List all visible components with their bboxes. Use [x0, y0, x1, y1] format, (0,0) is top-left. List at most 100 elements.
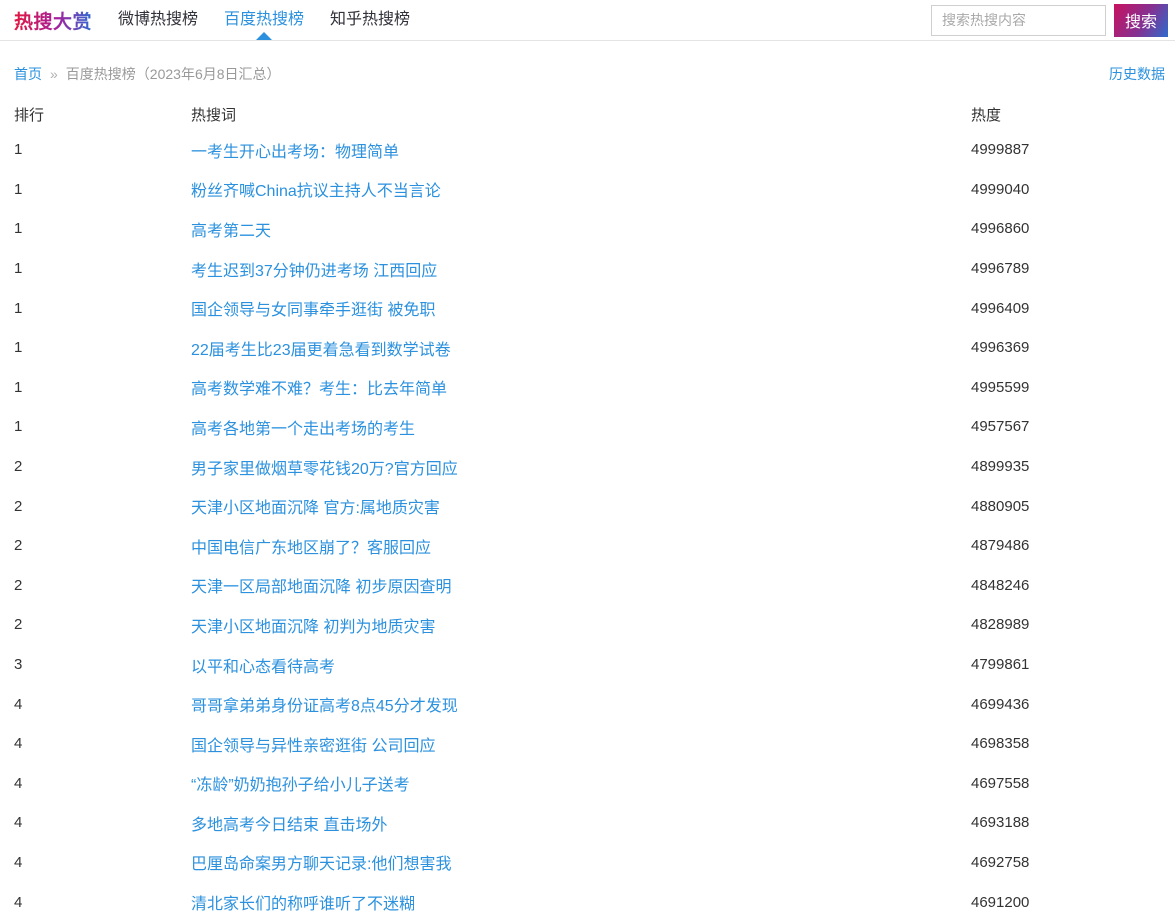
- hot-search-link[interactable]: 天津小区地面沉降 官方:属地质灾害: [191, 500, 440, 517]
- table-row: 1 国企领导与女同事牵手逛街 被免职 4996409: [0, 288, 1175, 328]
- table-row: 2 天津小区地面沉降 官方:属地质灾害 4880905: [0, 486, 1175, 526]
- table-header-row: 排行 热搜词 热度: [0, 98, 1175, 130]
- rank-cell: 1: [14, 418, 23, 436]
- keyword-cell: 天津小区地面沉降 官方:属地质灾害: [191, 486, 971, 526]
- site-logo[interactable]: 热搜大赏: [14, 7, 92, 34]
- heat-cell: 4996860: [971, 220, 1030, 238]
- keyword-cell: 一考生开心出考场：物理简单: [191, 130, 971, 170]
- table-row: 2 天津一区局部地面沉降 初步原因查明 4848246: [0, 566, 1175, 606]
- hot-search-link[interactable]: 高考数学难不难？考生：比去年简单: [191, 381, 447, 398]
- keyword-cell: 高考各地第一个走出考场的考生: [191, 407, 971, 447]
- hot-search-link[interactable]: 男子家里做烟草零花钱20万?官方回应: [191, 461, 458, 478]
- rank-cell: 4: [14, 893, 23, 911]
- hot-search-table-body: 1 一考生开心出考场：物理简单 4999887 1 粉丝齐喊China抗议主持人不当言论…: [0, 130, 1175, 916]
- keyword-cell: 22届考生比23届更着急看到数学试卷: [191, 328, 971, 368]
- breadcrumb-row: 首页 » 百度热搜榜（2023年6月8日汇总） 历史数据: [0, 41, 1175, 84]
- header-heat: 热度: [971, 106, 1002, 124]
- hot-search-link[interactable]: 22届考生比23届更着急看到数学试卷: [191, 342, 451, 359]
- keyword-cell: “冻龄”奶奶抱孙子给小儿子送考: [191, 764, 971, 804]
- hot-search-link[interactable]: 粉丝齐喊China抗议主持人不当言论: [191, 183, 441, 200]
- table-row: 4 “冻龄”奶奶抱孙子给小儿子送考 4697558: [0, 764, 1175, 804]
- hot-search-link[interactable]: 天津小区地面沉降 初判为地质灾害: [191, 619, 435, 636]
- search-box: 搜索: [931, 3, 1168, 37]
- heat-cell: 4996369: [971, 339, 1030, 357]
- breadcrumb-home-link[interactable]: 首页: [14, 64, 42, 84]
- rank-cell: 1: [14, 141, 23, 159]
- keyword-cell: 高考数学难不难？考生：比去年简单: [191, 368, 971, 408]
- table-row: 1 22届考生比23届更着急看到数学试卷 4996369: [0, 328, 1175, 368]
- rank-cell: 3: [14, 656, 23, 674]
- heat-cell: 4699436: [971, 695, 1030, 713]
- rank-cell: 4: [14, 695, 23, 713]
- keyword-cell: 粉丝齐喊China抗议主持人不当言论: [191, 170, 971, 210]
- hot-search-link[interactable]: 考生迟到37分钟仍进考场 江西回应: [191, 263, 437, 280]
- rank-cell: 4: [14, 814, 23, 832]
- hot-search-link[interactable]: 中国电信广东地区崩了？客服回应: [191, 540, 431, 557]
- table-row: 2 中国电信广东地区崩了？客服回应 4879486: [0, 526, 1175, 566]
- hot-search-link[interactable]: 哥哥拿弟弟身份证高考8点45分才发现: [191, 698, 458, 715]
- hot-search-link[interactable]: 以平和心态看待高考: [191, 659, 335, 676]
- table-row: 4 多地高考今日结束 直击场外 4693188: [0, 803, 1175, 843]
- breadcrumb: 首页 » 百度热搜榜（2023年6月8日汇总）: [14, 64, 281, 84]
- keyword-cell: 哥哥拿弟弟身份证高考8点45分才发现: [191, 684, 971, 724]
- history-data-link[interactable]: 历史数据: [1109, 64, 1165, 84]
- keyword-cell: 以平和心态看待高考: [191, 645, 971, 685]
- rank-cell: 1: [14, 220, 23, 238]
- keyword-cell: 清北家长们的称呼谁听了不迷糊: [191, 882, 971, 916]
- table-row: 1 一考生开心出考场：物理简单 4999887: [0, 130, 1175, 170]
- rank-cell: 4: [14, 774, 23, 792]
- hot-search-link[interactable]: 国企领导与异性亲密逛街 公司回应: [191, 738, 435, 755]
- tab-weibo-hot-search[interactable]: 微博热搜榜: [118, 0, 198, 40]
- rank-cell: 2: [14, 576, 23, 594]
- rank-cell: 2: [14, 458, 23, 476]
- hot-search-link[interactable]: 多地高考今日结束 直击场外: [191, 817, 387, 834]
- hot-search-link[interactable]: “冻龄”奶奶抱孙子给小儿子送考: [191, 777, 410, 794]
- table-row: 4 国企领导与异性亲密逛街 公司回应 4698358: [0, 724, 1175, 764]
- table-row: 1 高考第二天 4996860: [0, 209, 1175, 249]
- tab-zhihu-hot-search[interactable]: 知乎热搜榜: [330, 0, 410, 40]
- heat-cell: 4698358: [971, 735, 1030, 753]
- rank-cell: 2: [14, 616, 23, 634]
- search-input[interactable]: [931, 4, 1106, 36]
- keyword-cell: 多地高考今日结束 直击场外: [191, 803, 971, 843]
- heat-cell: 4693188: [971, 814, 1030, 832]
- rank-cell: 1: [14, 378, 23, 396]
- heat-cell: 4697558: [971, 774, 1030, 792]
- keyword-cell: 考生迟到37分钟仍进考场 江西回应: [191, 249, 971, 289]
- table-row: 1 高考数学难不难？考生：比去年简单 4995599: [0, 368, 1175, 408]
- heat-cell: 4996409: [971, 299, 1030, 317]
- table-row: 2 男子家里做烟草零花钱20万?官方回应 4899935: [0, 447, 1175, 487]
- keyword-cell: 天津一区局部地面沉降 初步原因查明: [191, 566, 971, 606]
- active-tab-caret-icon: [256, 32, 273, 40]
- hot-search-link[interactable]: 天津一区局部地面沉降 初步原因查明: [191, 579, 451, 596]
- table-row: 1 考生迟到37分钟仍进考场 江西回应 4996789: [0, 249, 1175, 289]
- keyword-cell: 国企领导与异性亲密逛街 公司回应: [191, 724, 971, 764]
- rank-cell: 4: [14, 735, 23, 753]
- tab-baidu-hot-search[interactable]: 百度热搜榜: [224, 0, 304, 40]
- hot-search-link[interactable]: 清北家长们的称呼谁听了不迷糊: [191, 896, 415, 913]
- heat-cell: 4848246: [971, 576, 1030, 594]
- hot-search-link[interactable]: 巴厘岛命案男方聊天记录:他们想害我: [191, 856, 451, 873]
- heat-cell: 4880905: [971, 497, 1030, 515]
- table-row: 1 高考各地第一个走出考场的考生 4957567: [0, 407, 1175, 447]
- table-row: 4 巴厘岛命案男方聊天记录:他们想害我 4692758: [0, 843, 1175, 883]
- hot-search-link[interactable]: 国企领导与女同事牵手逛街 被免职: [191, 302, 435, 319]
- hot-search-link[interactable]: 一考生开心出考场：物理简单: [191, 144, 399, 161]
- heat-cell: 4899935: [971, 458, 1030, 476]
- rank-cell: 1: [14, 339, 23, 357]
- search-button[interactable]: 搜索: [1114, 3, 1168, 37]
- heat-cell: 4799861: [971, 656, 1030, 674]
- hot-search-table: 排行 热搜词 热度 1 一考生开心出考场：物理简单 4999887 1 粉丝齐喊Chin…: [0, 98, 1175, 916]
- heat-cell: 4995599: [971, 378, 1030, 396]
- table-row: 4 哥哥拿弟弟身份证高考8点45分才发现 4699436: [0, 684, 1175, 724]
- top-nav: 热搜大赏 微博热搜榜 百度热搜榜 知乎热搜榜 搜索: [0, 0, 1175, 41]
- hot-search-link[interactable]: 高考各地第一个走出考场的考生: [191, 421, 415, 438]
- rank-cell: 1: [14, 180, 23, 198]
- hot-search-link[interactable]: 高考第二天: [191, 223, 271, 240]
- heat-cell: 4692758: [971, 853, 1030, 871]
- rank-cell: 1: [14, 260, 23, 278]
- heat-cell: 4999040: [971, 180, 1030, 198]
- heat-cell: 4999887: [971, 141, 1030, 159]
- heat-cell: 4828989: [971, 616, 1030, 634]
- rank-cell: 4: [14, 853, 23, 871]
